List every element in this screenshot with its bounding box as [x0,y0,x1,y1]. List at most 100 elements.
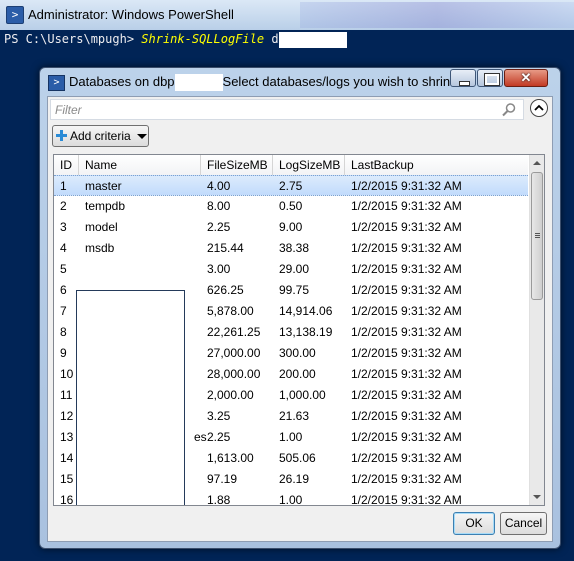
cell-lastbackup: 1/2/2015 9:31:32 AM [351,409,462,423]
add-criteria-label: Add criteria [70,129,131,143]
column-header-id[interactable]: ID [54,155,79,175]
window-title: Administrator: Windows PowerShell [28,7,234,22]
argument-text: d [264,32,279,46]
table-row[interactable]: 3 model 2.25 9.00 1/2/2015 9:31:32 AM [54,217,528,238]
cell-filesize: 27,000.00 [207,346,261,360]
vertical-scrollbar[interactable] [529,155,544,505]
cell-lastbackup: 1/2/2015 9:31:32 AM [351,199,462,213]
powershell-titlebar[interactable]: > Administrator: Windows PowerShell [0,0,574,31]
ok-button[interactable]: OK [453,512,495,535]
column-header-logsize[interactable]: LogSizeMB [273,155,345,175]
cell-name: es [194,430,207,444]
table-row[interactable]: 1 master 4.00 2.75 1/2/2015 9:31:32 AM [54,175,528,196]
cell-logsize: 99.75 [279,283,310,297]
cell-name: model [85,220,118,234]
column-header-name[interactable]: Name [79,155,201,175]
cell-filesize: 2,000.00 [207,388,254,402]
cell-logsize: 29.00 [279,262,310,276]
maximize-button[interactable] [477,69,503,87]
scroll-thumb[interactable] [531,172,543,300]
close-button[interactable]: ✕ [504,69,548,87]
cell-id: 2 [60,199,67,213]
grip-line [535,235,540,236]
cancel-button[interactable]: Cancel [500,512,547,535]
cell-lastbackup: 1/2/2015 9:31:32 AM [351,241,462,255]
redaction-block [278,32,347,48]
cell-lastbackup: 1/2/2015 9:31:32 AM [351,179,462,193]
dialog-title: Databases on dbp Select databases/logs yo… [69,74,457,91]
redaction-block [174,74,223,91]
cell-filesize: 3.00 [207,262,231,276]
cell-lastbackup: 1/2/2015 9:31:32 AM [351,283,462,297]
cell-filesize: 3.25 [207,409,231,423]
collapse-filter-button[interactable] [530,99,548,117]
dialog-title-prefix: Databases on dbp [69,74,175,89]
grip-line [535,233,540,234]
dialog-title-suffix: Select databases/logs you wish to shrink [222,74,457,89]
cell-logsize: 1.00 [279,430,303,444]
cell-lastbackup: 1/2/2015 9:31:32 AM [351,367,462,381]
cell-logsize: 0.50 [279,199,303,213]
add-criteria-button[interactable]: Add criteria [52,125,149,147]
redaction-block [76,290,185,505]
cell-lastbackup: 1/2/2015 9:31:32 AM [351,262,462,276]
cell-filesize: 4.00 [207,179,231,193]
cell-filesize: 626.25 [207,283,244,297]
minimize-button[interactable] [450,69,476,87]
cell-id: 1 [60,179,67,193]
cell-name: master [85,179,122,193]
cell-logsize: 2.75 [279,179,303,193]
cell-filesize: 28,000.00 [207,367,261,381]
cell-filesize: 215.44 [207,241,244,255]
table-row[interactable]: 5 3.00 29.00 1/2/2015 9:31:32 AM [54,259,528,280]
cell-lastbackup: 1/2/2015 9:31:32 AM [351,451,462,465]
scroll-up-icon[interactable] [533,161,541,165]
close-icon: ✕ [520,70,532,85]
search-icon[interactable] [501,102,517,118]
table-row[interactable]: 13 es 2.25 1.00 1/2/2015 9:31:32 AM [54,427,528,448]
cell-id: 5 [60,262,67,276]
prompt-text: PS C:\Users\mpugh> [4,32,142,46]
table-row[interactable]: 2 tempdb 8.00 0.50 1/2/2015 9:31:32 AM [54,196,528,217]
cell-logsize: 505.06 [279,451,316,465]
database-grid[interactable]: ID Name FileSizeMB LogSizeMB LastBackup … [53,154,545,506]
cell-lastbackup: 1/2/2015 9:31:32 AM [351,493,462,506]
powershell-icon: > [48,75,65,91]
cell-logsize: 21.63 [279,409,310,423]
cell-id: 3 [60,220,67,234]
cell-lastbackup: 1/2/2015 9:31:32 AM [351,346,462,360]
cell-filesize: 5,878.00 [207,304,254,318]
cell-name: msdb [85,241,115,255]
cell-logsize: 9.00 [279,220,303,234]
column-header-filesize[interactable]: FileSizeMB [201,155,273,175]
scroll-down-icon[interactable] [533,495,541,499]
table-row[interactable]: 4 msdb 215.44 38.38 1/2/2015 9:31:32 AM [54,238,528,259]
cell-lastbackup: 1/2/2015 9:31:32 AM [351,304,462,318]
cell-name [79,259,201,280]
cell-lastbackup: 1/2/2015 9:31:32 AM [351,472,462,486]
column-header-lastbackup[interactable]: LastBackup [345,155,528,175]
filter-input[interactable] [55,102,495,118]
powershell-icon: > [6,6,24,24]
cell-lastbackup: 1/2/2015 9:31:32 AM [351,220,462,234]
grid-header: ID Name FileSizeMB LogSizeMB LastBackup [54,155,528,176]
titlebar-controls-obscured [300,2,574,28]
cell-logsize: 1.00 [279,493,303,506]
plus-icon [56,130,67,141]
cell-lastbackup: 1/2/2015 9:31:32 AM [351,388,462,402]
cell-filesize: 2.25 [207,220,231,234]
prompt-line: PS C:\Users\mpugh> Shrink-SQLLogFile d [4,32,347,48]
cell-logsize: 38.38 [279,241,310,255]
command-text: Shrink-SQLLogFile [141,32,265,46]
databases-dialog[interactable]: > Databases on dbp Select databases/logs … [39,67,561,549]
chevron-up-icon [534,104,544,111]
grip-line [535,237,540,238]
cell-logsize: 300.00 [279,346,316,360]
cell-logsize: 14,914.06 [279,304,333,318]
cell-logsize: 200.00 [279,367,316,381]
cell-lastbackup: 1/2/2015 9:31:32 AM [351,325,462,339]
cell-name: tempdb [85,199,126,213]
filter-box[interactable] [50,99,524,120]
cell-filesize: 22,261.25 [207,325,261,339]
cell-logsize: 26.19 [279,472,310,486]
